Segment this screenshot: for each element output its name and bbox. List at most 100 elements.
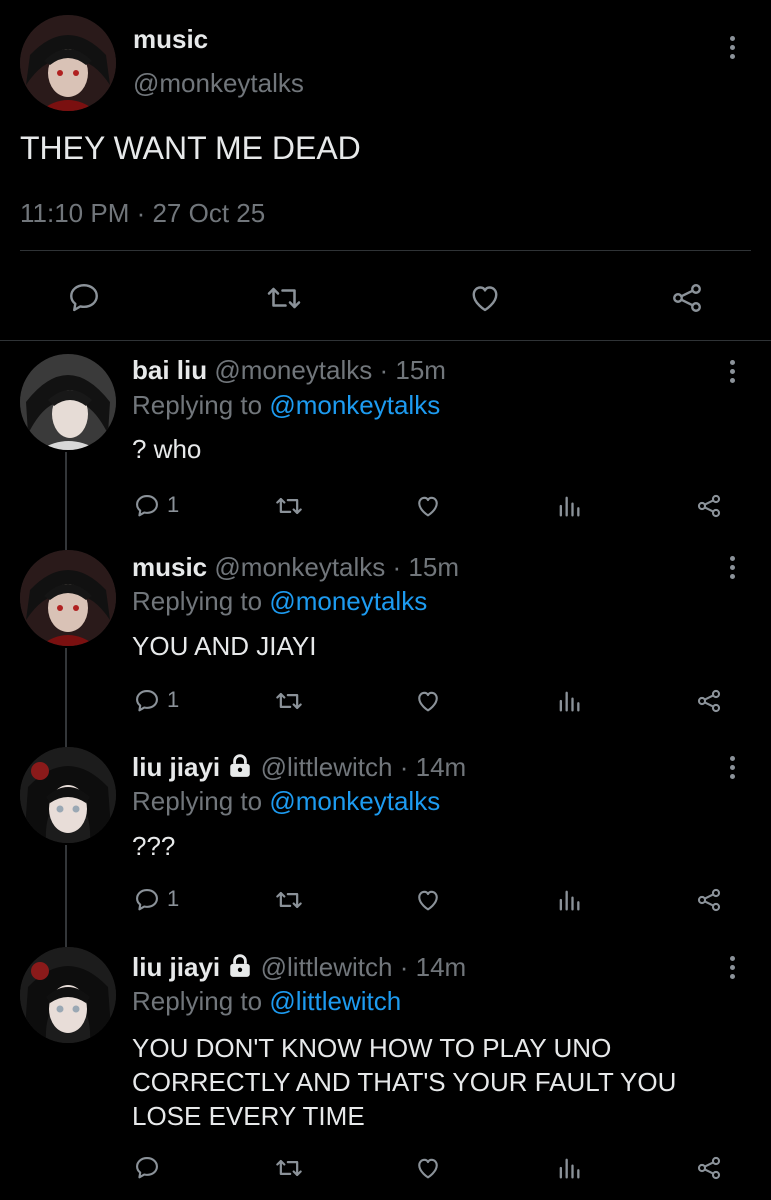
reply-text-line: CORRECTLY AND THAT'S YOUR FAULT YOU (132, 1067, 677, 1097)
heart-icon (418, 691, 438, 712)
like-button[interactable] (466, 280, 504, 316)
views-button[interactable] (555, 492, 583, 520)
thread-line (65, 452, 67, 550)
comment-icon (136, 690, 158, 712)
retweet-button[interactable] (273, 886, 305, 914)
share-icon (697, 1156, 721, 1180)
like-button[interactable] (413, 492, 443, 520)
comment-icon (70, 284, 98, 312)
thread-line (65, 845, 67, 947)
replying-to: Replying to @monkeytalks (132, 786, 440, 817)
more-icon (729, 956, 735, 961)
retweet-icon (276, 1159, 302, 1177)
more-options-button[interactable] (728, 756, 736, 779)
reply-count: 1 (167, 687, 180, 712)
display-name[interactable]: music (132, 552, 207, 582)
avatar-liu-jiayi[interactable] (20, 747, 116, 843)
views-button[interactable] (555, 886, 583, 914)
retweet-button[interactable] (273, 1154, 305, 1182)
heart-icon (418, 1158, 438, 1179)
reply-count: 1 (167, 492, 180, 517)
comment-icon (136, 889, 158, 911)
timestamp[interactable]: · 14m (400, 752, 466, 782)
views-button[interactable] (555, 1154, 583, 1182)
reply-button[interactable] (133, 1154, 161, 1182)
views-icon (559, 1158, 580, 1179)
more-options-button[interactable] (728, 556, 736, 579)
reply-text: YOU DON'T KNOW HOW TO PLAY UNO CORRECTLY… (132, 1031, 676, 1133)
views-button[interactable] (555, 687, 583, 715)
reply-text: YOU AND JIAYI (132, 631, 317, 661)
replying-label: Replying to (132, 986, 263, 1016)
replying-label: Replying to (132, 586, 263, 616)
like-button[interactable] (413, 687, 443, 715)
more-options-button[interactable] (728, 36, 736, 59)
section-divider (0, 340, 771, 341)
replying-label: Replying to (132, 786, 263, 816)
retweet-icon (276, 891, 302, 909)
display-name[interactable]: bai liu (132, 355, 207, 385)
retweet-button[interactable] (273, 687, 305, 715)
share-button[interactable] (695, 886, 723, 914)
replying-to-link[interactable]: @monkeytalks (269, 390, 440, 420)
reply-text: ??? (132, 831, 176, 861)
more-options-button[interactable] (728, 360, 736, 383)
reply-header: liu jiayi @littlewitch · 14m (132, 952, 466, 983)
more-icon (729, 360, 735, 365)
thread-line (65, 648, 67, 748)
divider (20, 250, 751, 251)
handle[interactable]: @littlewitch (261, 752, 393, 782)
more-options-button[interactable] (728, 956, 736, 979)
more-icon (729, 556, 735, 561)
reply-button[interactable] (133, 886, 161, 914)
avatar-music[interactable] (20, 15, 116, 111)
tweet-text: THEY WANT ME DEAD (20, 130, 361, 166)
reply-text-line: LOSE EVERY TIME (132, 1101, 365, 1131)
share-icon (697, 689, 721, 713)
avatar-liu-jiayi[interactable] (20, 947, 116, 1043)
like-button[interactable] (413, 886, 443, 914)
heart-icon (418, 496, 438, 517)
like-button[interactable] (413, 1154, 443, 1182)
share-button[interactable] (695, 1154, 723, 1182)
reply-header: liu jiayi @littlewitch · 14m (132, 752, 466, 783)
handle[interactable]: @littlewitch (261, 952, 393, 982)
display-name[interactable]: music (133, 24, 208, 55)
lock-icon (230, 754, 251, 777)
display-name[interactable]: liu jiayi (132, 952, 220, 982)
more-icon (729, 36, 735, 41)
handle[interactable]: @monkeytalks (214, 552, 385, 582)
timestamp[interactable]: · 15m (393, 552, 459, 582)
share-button[interactable] (695, 492, 723, 520)
share-icon (673, 284, 701, 312)
replying-label: Replying to (132, 390, 263, 420)
heart-icon (472, 286, 498, 312)
timestamp[interactable]: · 15m (380, 355, 446, 385)
reply-button[interactable] (66, 280, 102, 316)
reply-header: bai liu @moneytalks · 15m (132, 355, 446, 386)
reply-button[interactable] (133, 687, 161, 715)
heart-icon (418, 890, 438, 911)
avatar-music[interactable] (20, 550, 116, 646)
share-button[interactable] (695, 687, 723, 715)
retweet-icon (276, 692, 302, 710)
replying-to-link[interactable]: @monkeytalks (269, 786, 440, 816)
views-icon (559, 496, 580, 517)
display-name[interactable]: liu jiayi (132, 752, 220, 782)
timestamp[interactable]: · 14m (400, 952, 466, 982)
avatar-bai-liu[interactable] (20, 354, 116, 450)
replying-to: Replying to @monkeytalks (132, 390, 440, 421)
handle[interactable]: @monkeytalks (133, 68, 304, 99)
handle[interactable]: @moneytalks (214, 355, 372, 385)
reply-button[interactable] (133, 492, 161, 520)
retweet-button[interactable] (264, 280, 304, 316)
reply-text-line: YOU DON'T KNOW HOW TO PLAY UNO (132, 1033, 612, 1063)
retweet-icon (267, 287, 301, 309)
replying-to: Replying to @moneytalks (132, 586, 427, 617)
replying-to-link[interactable]: @moneytalks (269, 586, 427, 616)
share-button[interactable] (668, 280, 706, 316)
replying-to-link[interactable]: @littlewitch (269, 986, 401, 1016)
views-icon (559, 691, 580, 712)
retweet-button[interactable] (273, 492, 305, 520)
tweet-timestamp[interactable]: 11:10 PM · 27 Oct 25 (20, 198, 265, 229)
